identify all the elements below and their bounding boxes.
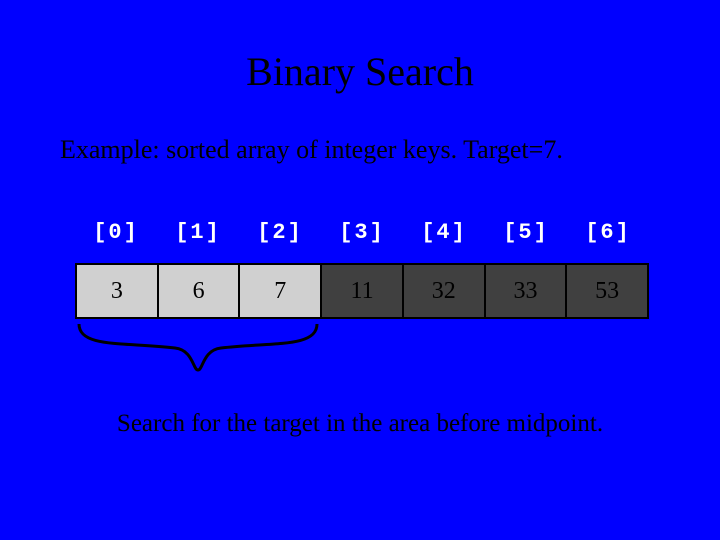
value-row: 3 6 7 11 32 33 53 — [75, 263, 649, 319]
array-cell: 3 — [76, 265, 158, 317]
index-label: [6] — [567, 220, 649, 245]
slide-title: Binary Search — [0, 0, 720, 95]
slide-caption: Search for the target in the area before… — [0, 410, 720, 438]
index-label: [1] — [157, 220, 239, 245]
index-label: [3] — [321, 220, 403, 245]
slide-subtitle: Example: sorted array of integer keys. T… — [0, 95, 720, 165]
index-row: [0] [1] [2] [3] [4] [5] [6] — [75, 220, 649, 245]
index-label: [4] — [403, 220, 485, 245]
array-cell: 7 — [239, 265, 321, 317]
array-diagram: [0] [1] [2] [3] [4] [5] [6] 3 6 7 11 32 … — [75, 220, 649, 319]
brace-icon — [75, 320, 321, 380]
index-label: [5] — [485, 220, 567, 245]
array-cell: 32 — [403, 265, 485, 317]
array-cell: 33 — [485, 265, 567, 317]
array-cell: 53 — [566, 265, 648, 317]
array-cell: 6 — [158, 265, 240, 317]
index-label: [2] — [239, 220, 321, 245]
index-label: [0] — [75, 220, 157, 245]
array-cell: 11 — [321, 265, 403, 317]
